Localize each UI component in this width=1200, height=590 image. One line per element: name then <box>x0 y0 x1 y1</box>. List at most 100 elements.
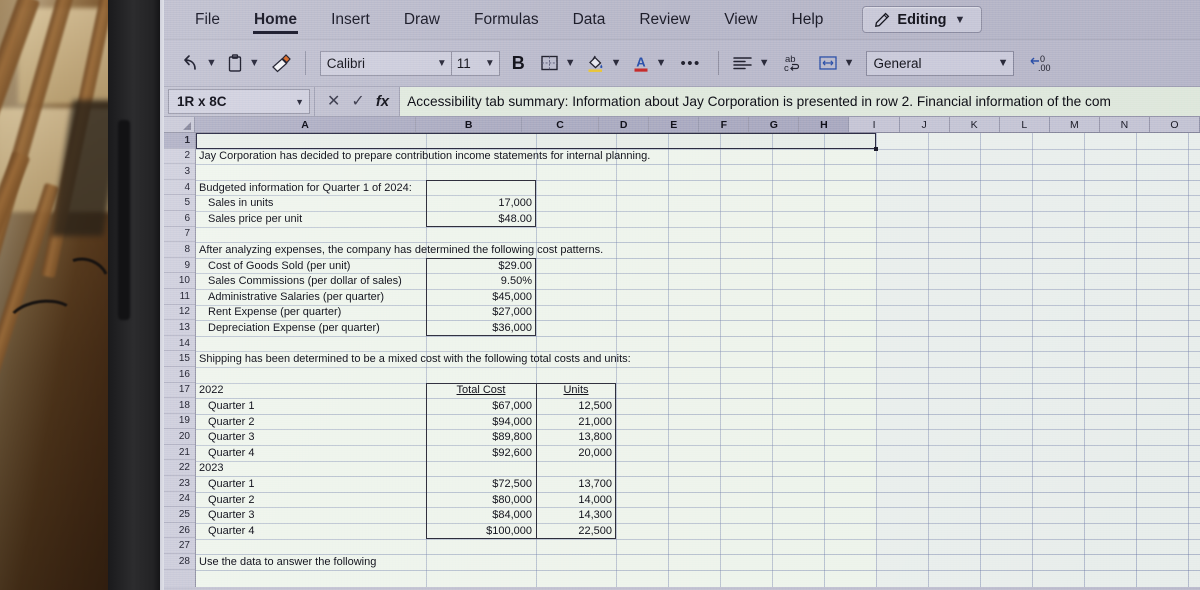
paste-button[interactable] <box>224 48 246 78</box>
checkmark-icon[interactable]: ✓ <box>351 93 364 110</box>
cell-A24[interactable]: Quarter 2 <box>196 492 426 508</box>
editing-mode-button[interactable]: Editing ▼ <box>862 6 983 33</box>
wrap-text-button[interactable]: ab c <box>777 48 805 78</box>
align-chevron-down-icon[interactable]: ▼ <box>758 57 775 69</box>
ribbon-tab-insert[interactable]: Insert <box>314 0 387 40</box>
ribbon-tab-home[interactable]: Home <box>237 0 314 40</box>
ribbon-tab-draw[interactable]: Draw <box>387 0 457 40</box>
font-name-input[interactable]: Calibri <box>321 52 433 75</box>
column-header-f[interactable]: F <box>699 117 750 132</box>
undo-chevron-down-icon[interactable]: ▼ <box>205 57 222 69</box>
column-header-n[interactable]: N <box>1099 117 1150 132</box>
number-format-select[interactable]: General ▼ <box>865 50 1014 76</box>
column-header-c[interactable]: C <box>522 117 600 132</box>
format-painter-button[interactable] <box>267 48 295 78</box>
row-header-3[interactable]: 3 <box>164 164 195 180</box>
column-header-a[interactable]: A <box>194 117 417 132</box>
selection-fill-handle[interactable] <box>874 146 878 151</box>
row-header-14[interactable]: 14 <box>164 335 195 352</box>
row-header-18[interactable]: 18 <box>164 398 195 414</box>
row-header-23[interactable]: 23 <box>164 476 195 492</box>
cell-A2[interactable]: Jay Corporation has decided to prepare c… <box>196 149 716 165</box>
decrease-decimal-button[interactable]: 0 .00 <box>1026 48 1058 78</box>
cell-A12[interactable]: Rent Expense (per quarter) <box>196 305 426 321</box>
select-all-corner[interactable] <box>164 117 195 132</box>
row-header-7[interactable]: 7 <box>164 226 195 243</box>
row-header-22[interactable]: 22 <box>164 460 195 477</box>
row-header-9[interactable]: 9 <box>164 257 195 274</box>
cell-A21[interactable]: Quarter 4 <box>196 445 426 461</box>
row-header-17[interactable]: 17 <box>164 382 195 399</box>
row-header-15[interactable]: 15 <box>164 351 195 367</box>
cell-A10[interactable]: Sales Commissions (per dollar of sales) <box>196 273 426 289</box>
cell-A11[interactable]: Administrative Salaries (per quarter) <box>196 289 426 305</box>
ribbon-tab-data[interactable]: Data <box>556 0 623 40</box>
merge-cells-button[interactable] <box>815 48 841 78</box>
cell-A18[interactable]: Quarter 1 <box>196 398 426 414</box>
column-header-o[interactable]: O <box>1149 117 1200 132</box>
name-box[interactable]: 1R x 8C ▼ <box>168 89 310 114</box>
cell-A13[interactable]: Depreciation Expense (per quarter) <box>196 320 426 336</box>
row-header-2[interactable]: 2 <box>164 148 195 165</box>
row-header-16[interactable]: 16 <box>164 366 195 383</box>
column-header-l[interactable]: L <box>999 117 1050 132</box>
column-header-d[interactable]: D <box>599 117 650 132</box>
cell-A6[interactable]: Sales price per unit <box>196 211 426 227</box>
merge-chevron-down-icon[interactable]: ▼ <box>843 57 860 69</box>
fill-color-chevron-down-icon[interactable]: ▼ <box>610 57 627 69</box>
cell-area[interactable]: Jay Corporation has decided to prepare c… <box>196 133 1200 587</box>
align-button[interactable] <box>729 48 756 78</box>
font-name-chevron-down-icon[interactable]: ▼ <box>433 58 451 69</box>
row-header-8[interactable]: 8 <box>164 242 195 258</box>
ribbon-tab-view[interactable]: View <box>707 0 774 40</box>
paste-chevron-down-icon[interactable]: ▼ <box>248 57 265 69</box>
cell-A8[interactable]: After analyzing expenses, the company ha… <box>196 242 716 258</box>
more-options-button[interactable]: ••• <box>673 48 707 78</box>
column-header-m[interactable]: M <box>1049 117 1100 132</box>
row-header-26[interactable]: 26 <box>164 522 195 539</box>
cell-A9[interactable]: Cost of Goods Sold (per unit) <box>196 258 426 274</box>
row-header-28[interactable]: 28 <box>164 554 195 570</box>
font-color-chevron-down-icon[interactable]: ▼ <box>655 57 672 69</box>
column-header-j[interactable]: J <box>899 117 950 132</box>
column-header-b[interactable]: B <box>416 117 523 132</box>
font-size-chevron-down-icon[interactable]: ▼ <box>481 58 499 69</box>
undo-button[interactable] <box>176 48 203 78</box>
row-header-20[interactable]: 20 <box>164 429 195 445</box>
row-header-1[interactable]: 1 <box>164 133 195 149</box>
borders-button[interactable] <box>537 48 562 78</box>
fill-color-button[interactable] <box>583 48 608 78</box>
row-header-21[interactable]: 21 <box>164 444 195 461</box>
column-header-g[interactable]: G <box>749 117 800 132</box>
row-header-6[interactable]: 6 <box>164 210 195 227</box>
row-header-5[interactable]: 5 <box>164 195 195 211</box>
selection-rectangle[interactable] <box>196 133 876 149</box>
cell-A20[interactable]: Quarter 3 <box>196 429 426 445</box>
function-icon[interactable]: fx <box>376 93 389 110</box>
row-header-11[interactable]: 11 <box>164 288 195 305</box>
ribbon-tab-formulas[interactable]: Formulas <box>457 0 556 40</box>
cell-A28[interactable]: Use the data to answer the following <box>196 554 716 570</box>
column-header-k[interactable]: K <box>949 117 1000 132</box>
ribbon-tab-review[interactable]: Review <box>622 0 707 40</box>
row-header-4[interactable]: 4 <box>164 179 195 196</box>
cell-A19[interactable]: Quarter 2 <box>196 414 426 430</box>
cell-A25[interactable]: Quarter 3 <box>196 507 426 523</box>
font-color-button[interactable]: A <box>629 48 653 78</box>
row-header-13[interactable]: 13 <box>164 320 195 336</box>
row-header-10[interactable]: 10 <box>164 273 195 289</box>
row-header-12[interactable]: 12 <box>164 304 195 321</box>
ribbon-tab-help[interactable]: Help <box>775 0 841 40</box>
font-size-input[interactable]: 11 <box>450 51 481 75</box>
cell-A26[interactable]: Quarter 4 <box>196 523 426 539</box>
row-header-19[interactable]: 19 <box>164 413 195 430</box>
column-header-e[interactable]: E <box>649 117 700 132</box>
column-header-h[interactable]: H <box>799 117 850 132</box>
close-icon[interactable]: ✕ <box>327 93 340 110</box>
row-header-24[interactable]: 24 <box>164 491 195 508</box>
row-header-27[interactable]: 27 <box>164 538 195 555</box>
cell-A15[interactable]: Shipping has been determined to be a mix… <box>196 351 716 367</box>
column-header-i[interactable]: I <box>849 117 900 132</box>
borders-chevron-down-icon[interactable]: ▼ <box>564 57 581 69</box>
cell-A23[interactable]: Quarter 1 <box>196 476 426 492</box>
